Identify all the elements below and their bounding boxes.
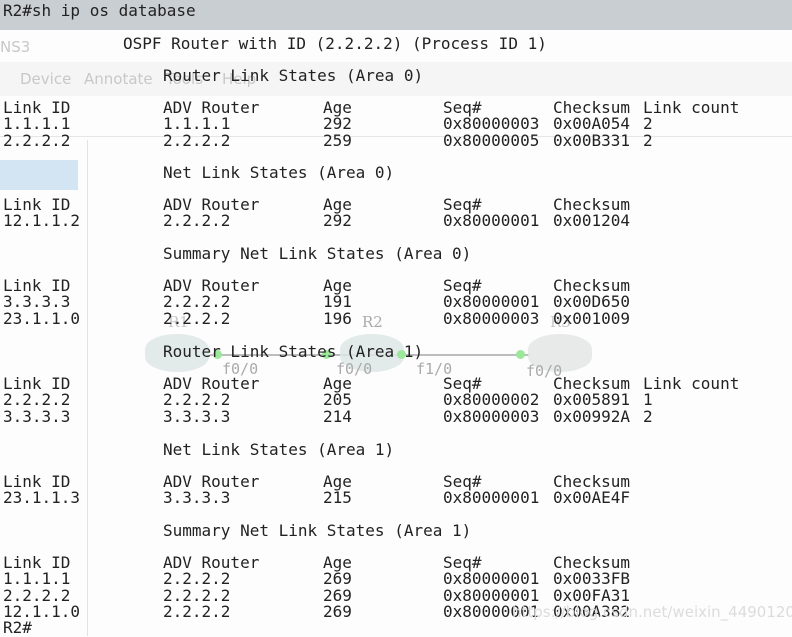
table-cell: 0x80000001 (443, 211, 540, 231)
table-cell: 1.1.1.1 (3, 569, 71, 589)
table-cell: 259 (323, 130, 352, 150)
table-cell: 205 (323, 390, 352, 410)
panel-divider (87, 140, 88, 636)
table-cell: 0x80000003 (443, 114, 540, 134)
table-cell: 0x001009 (553, 308, 631, 328)
app-title-fragment: NS3 (0, 38, 31, 56)
table-cell: 2.2.2.2 (163, 130, 231, 150)
table-cell: 2.2.2.2 (163, 390, 231, 410)
table-cell: 3.3.3.3 (163, 488, 231, 508)
section-title: Router Link States (Area 1) (163, 342, 424, 361)
table-cell: 1 (643, 390, 653, 410)
table-cell: 2 (643, 114, 653, 134)
ospf-header: OSPF Router with ID (2.2.2.2) (Process I… (123, 34, 547, 53)
table-cell: 214 (323, 406, 352, 426)
table-cell: 0x80000005 (443, 130, 540, 150)
menu-item[interactable]: Device (20, 70, 71, 88)
table-cell: 3.3.3.3 (3, 406, 71, 426)
sidebar-selected-item[interactable] (0, 160, 78, 190)
table-cell: 1.1.1.1 (163, 114, 231, 134)
table-cell: 0x00AE4F (553, 488, 631, 508)
table-cell: 292 (323, 211, 352, 231)
table-cell: 23.1.1.0 (3, 308, 81, 328)
table-cell: 3.3.3.3 (3, 292, 71, 312)
watermark: https://blog.csdn.net/weixin_44901204 (512, 603, 792, 621)
section-title: Summary Net Link States (Area 1) (163, 521, 472, 540)
section-title: Summary Net Link States (Area 0) (163, 244, 472, 263)
command-line: R2#sh ip os database (3, 1, 196, 20)
table-cell: 2.2.2.2 (163, 292, 231, 312)
table-cell: 0x0033FB (553, 569, 631, 589)
table-cell: 2.2.2.2 (163, 569, 231, 589)
table-cell: 2.2.2.2 (163, 601, 231, 621)
table-cell: 2 (643, 406, 653, 426)
table-cell: 2.2.2.2 (163, 308, 231, 328)
table-cell: 12.1.1.2 (3, 211, 81, 231)
table-cell: 2.2.2.2 (163, 211, 231, 231)
router-label: R2 (362, 313, 383, 331)
table-cell: 215 (323, 488, 352, 508)
column-header: Link count (643, 98, 740, 117)
prompt: R2# (3, 618, 32, 637)
section-title: Net Link States (Area 0) (163, 163, 395, 182)
table-cell: 0x80000003 (443, 406, 540, 426)
table-cell: 269 (323, 601, 352, 621)
table-cell: 2 (643, 130, 653, 150)
table-cell: 0x80000003 (443, 308, 540, 328)
table-cell: 292 (323, 114, 352, 134)
section-title: Net Link States (Area 1) (163, 440, 395, 459)
divider (0, 136, 792, 137)
table-cell: 0x80000002 (443, 390, 540, 410)
table-cell: 23.1.1.3 (3, 488, 81, 508)
link-endpoint (516, 350, 525, 359)
table-cell: 0x00A054 (553, 114, 631, 134)
table-cell: 191 (323, 292, 352, 312)
table-cell: 0x00D650 (553, 292, 631, 312)
table-cell: 0x00B331 (553, 130, 631, 150)
section-title: Router Link States (Area 0) (163, 66, 424, 85)
table-cell: 269 (323, 569, 352, 589)
table-cell: 1.1.1.1 (3, 114, 71, 134)
table-cell: 2.2.2.2 (3, 130, 71, 150)
table-cell: 0x001204 (553, 211, 631, 231)
column-header: Link count (643, 374, 740, 393)
table-cell: 0x80000001 (443, 569, 540, 589)
menu-item[interactable]: Annotate (84, 70, 153, 88)
table-cell: 0x80000001 (443, 292, 540, 312)
table-cell: 3.3.3.3 (163, 406, 231, 426)
table-cell: 196 (323, 308, 352, 328)
table-cell: 2.2.2.2 (3, 390, 71, 410)
table-cell: 0x80000001 (443, 488, 540, 508)
table-cell: 0x00992A (553, 406, 631, 426)
table-cell: 0x005891 (553, 390, 631, 410)
